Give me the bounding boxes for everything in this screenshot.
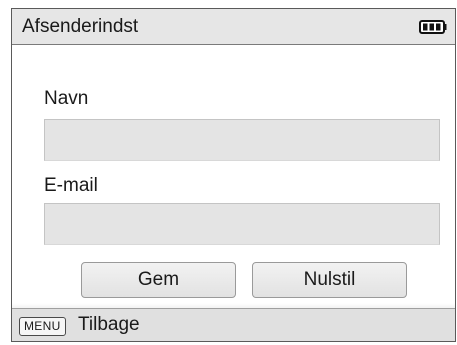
bottom-bar-shadow (12, 303, 455, 309)
menu-key-icon[interactable]: MENU (19, 317, 66, 336)
email-label: E-mail (44, 175, 98, 196)
page-title: Afsenderindst (22, 16, 139, 37)
email-field[interactable] (44, 203, 440, 245)
reset-button[interactable]: Nulstil (252, 262, 407, 298)
battery-full-icon (419, 20, 447, 34)
name-label: Navn (44, 88, 89, 109)
bottom-bar: MENU Tilbage (12, 303, 455, 341)
save-button[interactable]: Gem (81, 262, 236, 298)
title-bar: Afsenderindst (12, 9, 455, 45)
name-field[interactable] (44, 119, 440, 161)
sender-settings-screen: Afsenderindst Navn E-mail Gem Nulstil ME… (11, 8, 456, 342)
back-button[interactable]: Tilbage (78, 314, 140, 336)
